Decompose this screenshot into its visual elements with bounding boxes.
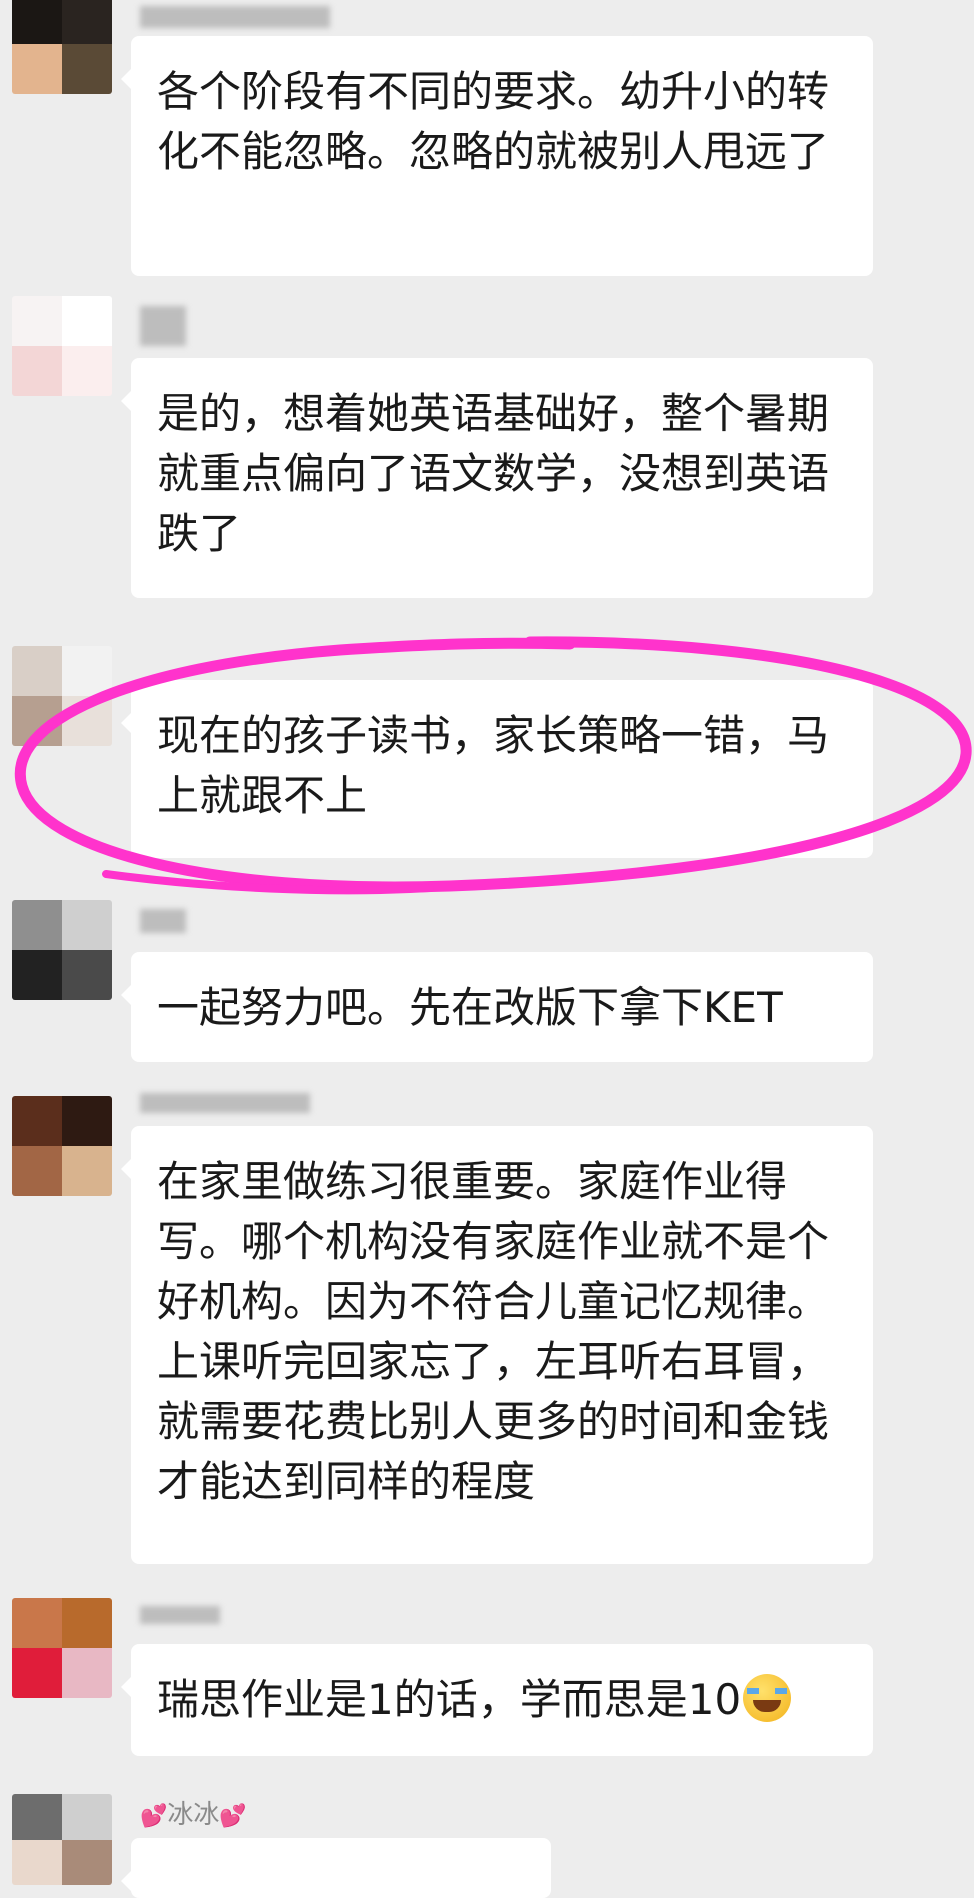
sender-name — [140, 1088, 310, 1116]
avatar[interactable] — [12, 1598, 112, 1698]
message-bubble[interactable]: 在家里做练习很重要。家庭作业得写。哪个机构没有家庭作业就不是个好机构。因为不符合… — [121, 1126, 873, 1564]
avatar[interactable] — [12, 296, 112, 396]
heart-icon: 💕 — [219, 1804, 247, 1829]
heart-icon: 💕 — [140, 1804, 168, 1829]
laughing-crying-emoji-icon — [743, 1674, 792, 1722]
sender-name — [140, 906, 186, 934]
message-bubble[interactable]: 一起努力吧。先在改版下拿下KET — [121, 952, 873, 1062]
message-bubble[interactable]: 各个阶段有不同的要求。幼升小的转化不能忽略。忽略的就被别人甩远了 — [121, 36, 873, 276]
avatar[interactable] — [12, 1794, 112, 1885]
message-text: 瑞思作业是1的话，学而思是10 — [157, 1675, 742, 1724]
message-text: 现在的孩子读书，家长策略一错，马上就跟不上 — [157, 711, 830, 820]
sender-name — [140, 306, 186, 346]
sender-name: 💕冰冰💕 — [140, 1800, 247, 1830]
message-text: 在家里做练习很重要。家庭作业得写。哪个机构没有家庭作业就不是个好机构。因为不符合… — [157, 1157, 830, 1506]
message-bubble[interactable] — [121, 1838, 551, 1898]
avatar[interactable] — [12, 646, 112, 746]
message-text: 一起努力吧。先在改版下拿下KET — [157, 983, 783, 1032]
avatar[interactable] — [12, 900, 112, 1000]
message-text: 各个阶段有不同的要求。幼升小的转化不能忽略。忽略的就被别人甩远了 — [157, 67, 830, 176]
avatar[interactable] — [12, 1096, 112, 1196]
sender-name — [140, 2, 330, 30]
avatar[interactable] — [12, 0, 112, 94]
message-bubble[interactable]: 瑞思作业是1的话，学而思是10 — [121, 1644, 873, 1756]
message-bubble[interactable]: 现在的孩子读书，家长策略一错，马上就跟不上 — [121, 680, 873, 858]
message-text: 是的，想着她英语基础好，整个暑期就重点偏向了语文数学，没想到英语跌了 — [157, 389, 830, 558]
message-bubble[interactable]: 是的，想着她英语基础好，整个暑期就重点偏向了语文数学，没想到英语跌了 — [121, 358, 873, 598]
sender-name — [140, 1600, 220, 1628]
